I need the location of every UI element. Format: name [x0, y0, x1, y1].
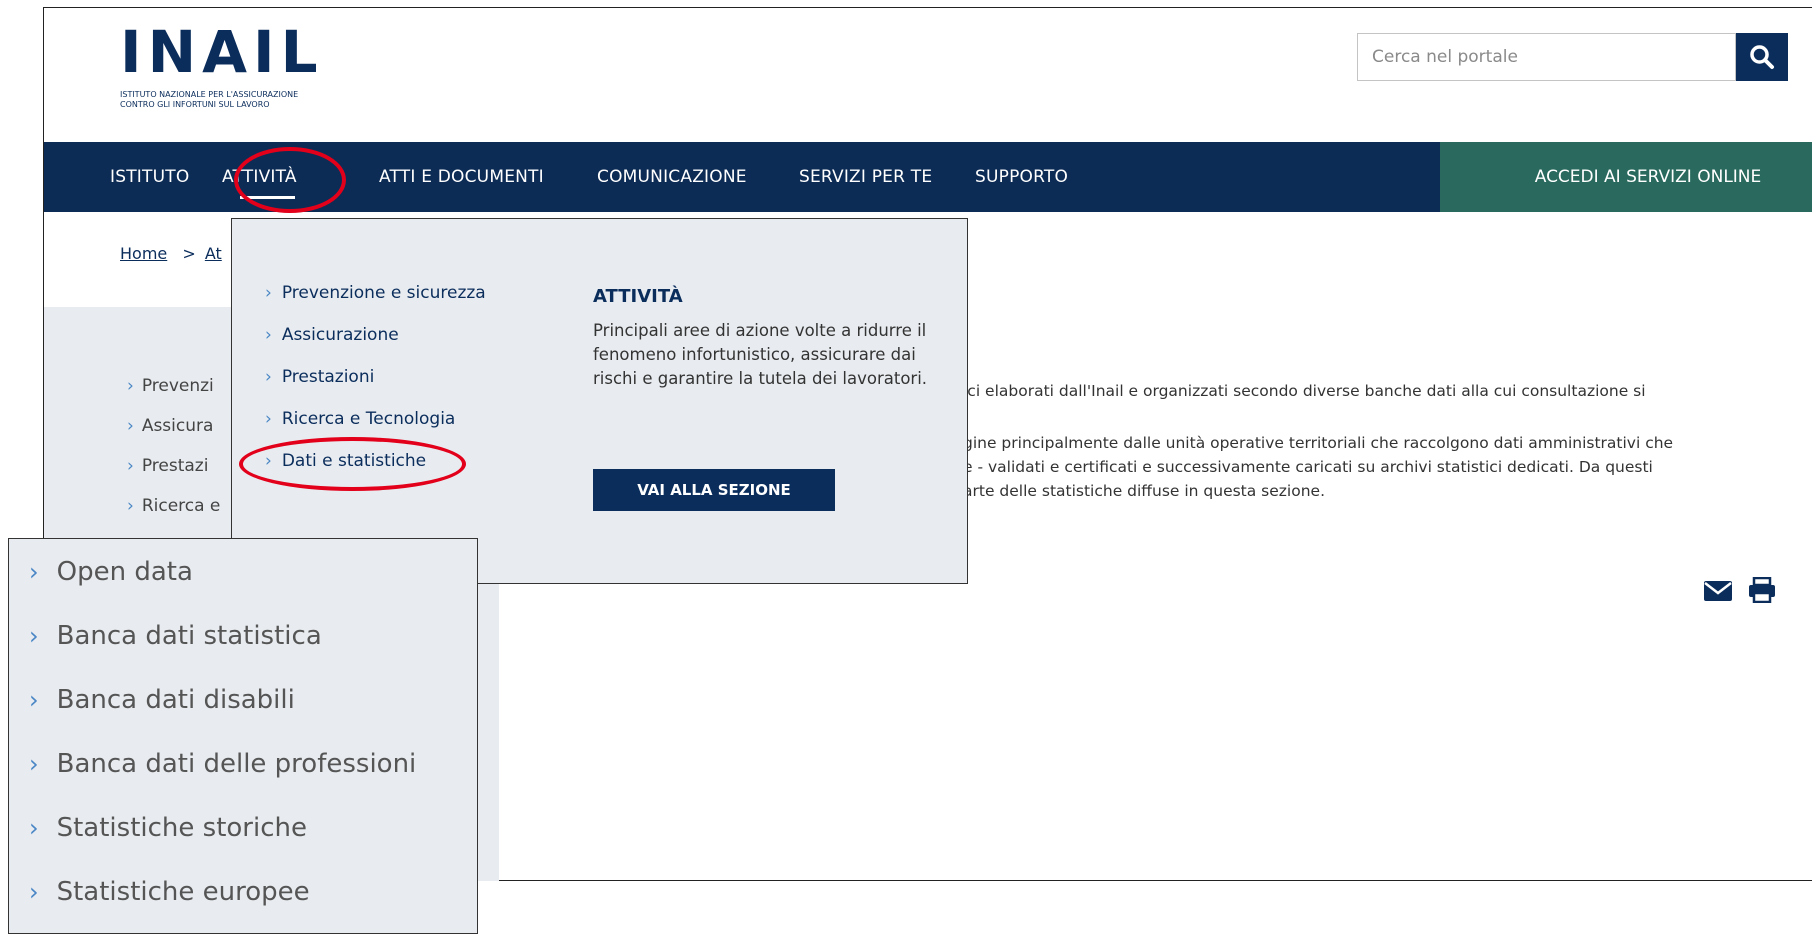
nav-item-supporto[interactable]: SUPPORTO	[975, 142, 1068, 212]
submenu-item-banca-dati-statistica[interactable]: › Banca dati statistica	[29, 621, 322, 651]
chevron-right-icon: ›	[265, 367, 272, 387]
submenu-item-label: Statistiche europee	[56, 877, 310, 907]
nav-item-comunicazione[interactable]: COMUNICAZIONE	[597, 142, 747, 212]
sidebar-item-label: Assicura	[141, 416, 214, 436]
print-icon[interactable]	[1748, 577, 1776, 603]
submenu-item-label: Banca dati statistica	[56, 621, 322, 651]
dropdown-description: Principali aree di azione volte a ridurr…	[593, 321, 928, 388]
logo-subtitle: ISTITUTO NAZIONALE PER L'ASSICURAZIONE C…	[120, 90, 340, 110]
sidebar-item-label: Prestazi	[141, 456, 209, 476]
sidebar-item-label: Ricerca e	[141, 496, 221, 516]
chevron-right-icon: ›	[29, 622, 39, 650]
breadcrumb: Home > At	[120, 244, 222, 263]
chevron-right-icon: ›	[29, 878, 39, 906]
breadcrumb-current-link[interactable]: At	[205, 244, 222, 263]
logo-subtitle-line1: ISTITUTO NAZIONALE PER L'ASSICURAZIONE	[120, 90, 299, 99]
content-paragraph-line: arte delle statistiche diffuse in questa…	[963, 482, 1326, 500]
highlight-oval-attivita	[234, 147, 346, 213]
logo-subtitle-line2: CONTRO GLI INFORTUNI SUL LAVORO	[120, 100, 270, 109]
dropdown-title: ATTIVITÀ	[593, 286, 683, 307]
nav-item-atti-e-documenti[interactable]: ATTI E DOCUMENTI	[379, 142, 544, 212]
attivita-dropdown-menu: › Prevenzione e sicurezza › Assicurazione …	[231, 218, 968, 584]
submenu-item-label: Statistiche storiche	[56, 813, 307, 843]
dropdown-item-prestazioni[interactable]: › Prestazioni	[265, 367, 374, 387]
logo-wordmark: INAIL	[120, 18, 324, 86]
highlight-oval-dati-e-statistiche	[239, 437, 466, 491]
sidebar-item-label: Prevenzi	[141, 376, 214, 396]
submenu-item-open-data[interactable]: › Open data	[29, 557, 193, 587]
submenu-item-banca-dati-disabili[interactable]: › Banca dati disabili	[29, 685, 295, 715]
chevron-right-icon: ›	[29, 750, 39, 778]
dropdown-item-label: Ricerca e Tecnologia	[281, 409, 456, 429]
dropdown-item-ricerca-e-tecnologia[interactable]: › Ricerca e Tecnologia	[265, 409, 455, 429]
dropdown-item-assicurazione[interactable]: › Assicurazione	[265, 325, 399, 345]
nav-item-servizi-per-te[interactable]: SERVIZI PER TE	[799, 142, 932, 212]
breadcrumb-home-link[interactable]: Home	[120, 244, 167, 263]
dropdown-item-label: Prestazioni	[281, 367, 375, 387]
sidebar-item-ricerca[interactable]: › Ricerca e	[127, 496, 220, 516]
submenu-item-label: Banca dati disabili	[56, 685, 295, 715]
sidebar-item-prevenzione[interactable]: › Prevenzi	[127, 376, 214, 396]
content-paragraph-line: gine principalmente dalle unità operativ…	[963, 434, 1674, 452]
submenu-item-statistiche-europee[interactable]: › Statistiche europee	[29, 877, 310, 907]
search-box	[1357, 33, 1736, 81]
chevron-right-icon: ›	[127, 496, 134, 516]
email-icon[interactable]	[1703, 580, 1733, 602]
submenu-item-statistiche-storiche[interactable]: › Statistiche storiche	[29, 813, 307, 843]
submenu-item-banca-dati-delle-professioni[interactable]: › Banca dati delle professioni	[29, 749, 416, 779]
chevron-right-icon: ›	[29, 814, 39, 842]
chevron-right-icon: ›	[127, 416, 134, 436]
chevron-right-icon: ›	[265, 409, 272, 429]
dropdown-item-label: Assicurazione	[281, 325, 399, 345]
chevron-right-icon: ›	[265, 325, 272, 345]
content-paragraph-line: ici elaborati dall'Inail e organizzati s…	[963, 382, 1646, 400]
online-services-button[interactable]: ACCEDI AI SERVIZI ONLINE	[1440, 142, 1812, 212]
submenu-item-label: Open data	[56, 557, 193, 587]
dropdown-item-prevenzione-e-sicurezza[interactable]: › Prevenzione e sicurezza	[265, 283, 486, 303]
inail-logo[interactable]: INAIL ISTITUTO NAZIONALE PER L'ASSICURAZ…	[120, 20, 340, 120]
nav-item-istituto[interactable]: ISTITUTO	[110, 142, 189, 212]
chevron-right-icon: ›	[127, 376, 134, 396]
submenu-zoom-inset: › Open data › Banca dati statistica › Banca…	[8, 538, 478, 934]
content-paragraph-line: e - validati e certificati e successivam…	[963, 458, 1653, 476]
submenu-item-label: Banca dati delle professioni	[56, 749, 417, 779]
vai-alla-sezione-button[interactable]: VAI ALLA SEZIONE	[593, 469, 835, 511]
search-input[interactable]	[1358, 34, 1672, 80]
chevron-right-icon: ›	[265, 283, 272, 303]
search-button[interactable]	[1736, 33, 1788, 81]
sidebar-item-prestazioni[interactable]: › Prestazi	[127, 456, 208, 476]
sidebar-item-assicurazione[interactable]: › Assicura	[127, 416, 213, 436]
dropdown-item-label: Prevenzione e sicurezza	[281, 283, 486, 303]
chevron-right-icon: ›	[29, 686, 39, 714]
breadcrumb-separator: >	[182, 244, 196, 263]
chevron-right-icon: ›	[29, 558, 39, 586]
search-icon	[1750, 45, 1774, 69]
chevron-right-icon: ›	[127, 456, 134, 476]
